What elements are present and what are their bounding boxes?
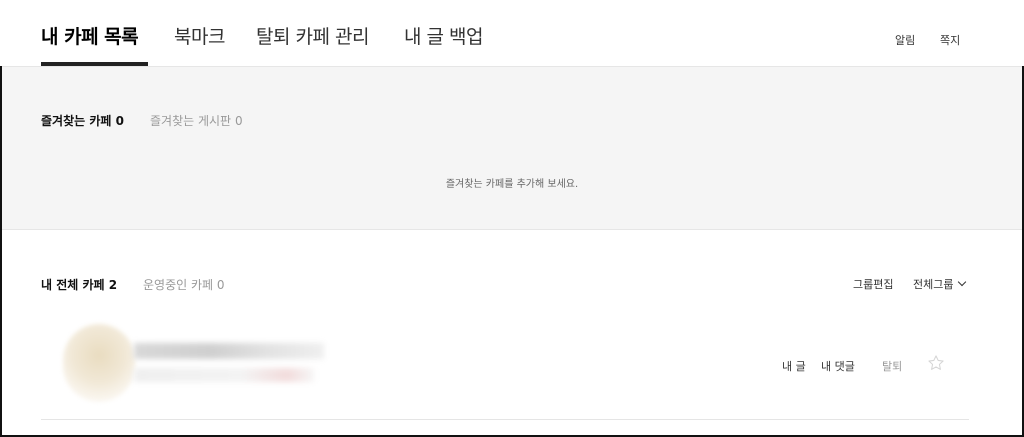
tab-bookmarks[interactable]: 북마크 <box>174 22 225 49</box>
tab-favorite-cafes[interactable]: 즐겨찾는 카페 0 <box>41 112 124 129</box>
star-icon[interactable] <box>927 354 945 372</box>
leave-cafe-link[interactable]: 탈퇴 <box>882 358 902 374</box>
all-my-cafes-label: 내 전체 카페 <box>41 278 105 292</box>
notifications-link[interactable]: 알림 <box>895 32 915 48</box>
messages-link[interactable]: 쪽지 <box>940 32 960 48</box>
group-filter-dropdown[interactable]: 전체그룹 <box>913 276 967 292</box>
tab-all-my-cafes[interactable]: 내 전체 카페 2 <box>41 276 117 293</box>
managed-cafes-count: 0 <box>216 278 225 292</box>
cafe-list-item[interactable]: 내 글 내 댓글 탈퇴 <box>41 316 969 420</box>
all-my-cafes-count: 2 <box>108 278 118 292</box>
tab-my-cafe-list[interactable]: 내 카페 목록 <box>41 22 139 49</box>
tab-post-backup[interactable]: 내 글 백업 <box>404 22 484 49</box>
cafe-thumbnail[interactable] <box>63 324 135 402</box>
chevron-down-icon <box>958 277 967 287</box>
tab-managed-cafes[interactable]: 운영중인 카페 0 <box>143 276 225 293</box>
cafe-info-redacted <box>134 368 314 382</box>
favorite-cafes-label: 즐겨찾는 카페 <box>41 114 112 128</box>
group-edit-button[interactable]: 그룹편집 <box>853 276 893 292</box>
managed-cafes-label: 운영중인 카페 <box>143 278 214 292</box>
favorite-boards-label: 즐겨찾는 게시판 <box>150 114 232 128</box>
favorites-section: 즐겨찾는 카페 0 즐겨찾는 게시판 0 즐겨찾는 카페를 추가해 보세요. <box>2 66 1022 230</box>
favorites-empty-message: 즐겨찾는 카페를 추가해 보세요. <box>445 179 579 190</box>
top-navigation: 내 카페 목록 북마크 탈퇴 카페 관리 내 글 백업 알림 쪽지 <box>0 0 1024 66</box>
my-comments-link[interactable]: 내 댓글 <box>821 358 855 374</box>
tab-favorite-boards[interactable]: 즐겨찾는 게시판 0 <box>150 112 243 129</box>
tab-left-cafes[interactable]: 탈퇴 카페 관리 <box>256 22 369 49</box>
cafe-name-redacted[interactable] <box>134 343 324 359</box>
favorite-cafes-count: 0 <box>115 114 124 128</box>
favorite-boards-count: 0 <box>234 114 243 128</box>
my-posts-link[interactable]: 내 글 <box>782 358 806 374</box>
group-filter-label: 전체그룹 <box>913 278 954 291</box>
